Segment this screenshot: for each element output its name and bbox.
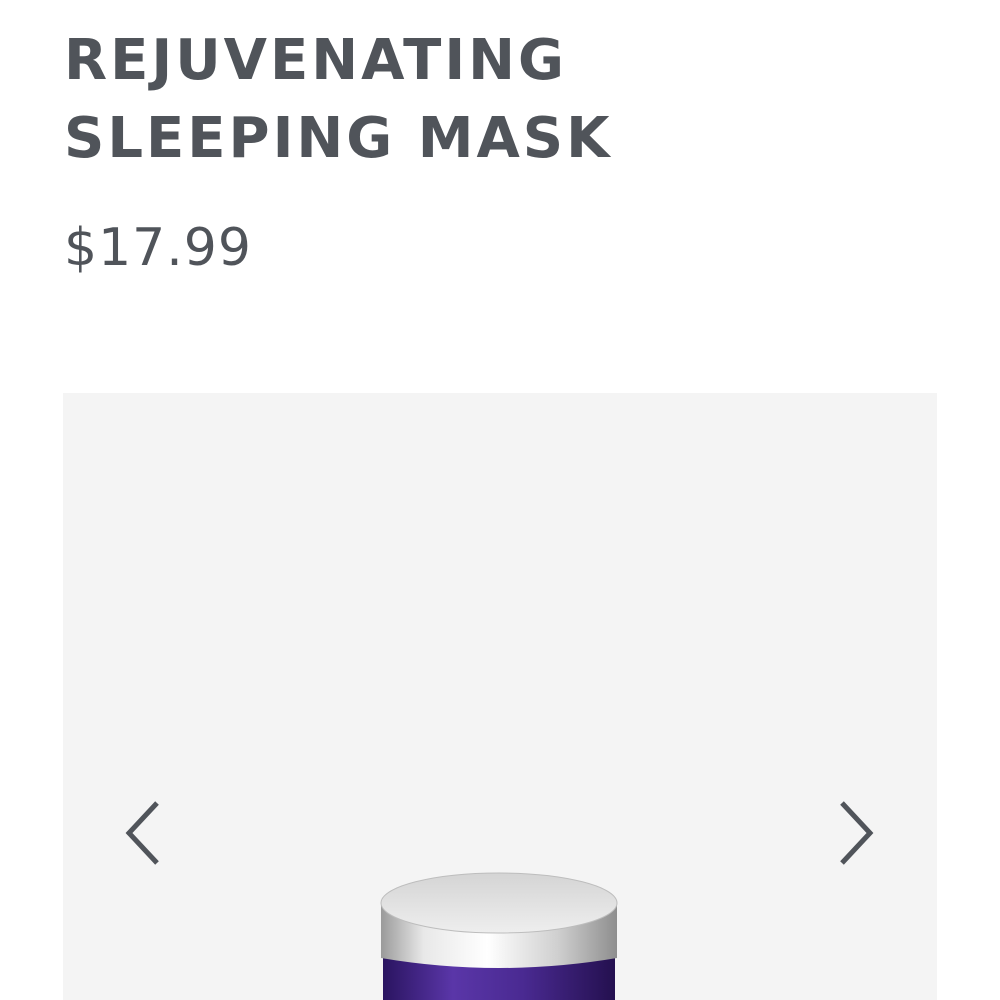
product-jar-image[interactable] <box>377 870 621 1000</box>
product-title-line-2: SLEEPING MASK <box>64 106 613 171</box>
product-title-line-1: REJUVENATING <box>64 28 568 93</box>
chevron-left-icon <box>125 801 159 865</box>
product-image-gallery <box>63 393 937 1000</box>
chevron-right-icon <box>840 801 874 865</box>
gallery-next-button[interactable] <box>826 793 886 873</box>
product-price: $17.99 <box>64 218 252 278</box>
gallery-previous-button[interactable] <box>113 793 173 873</box>
product-title: REJUVENATING SLEEPING MASK <box>64 22 613 178</box>
